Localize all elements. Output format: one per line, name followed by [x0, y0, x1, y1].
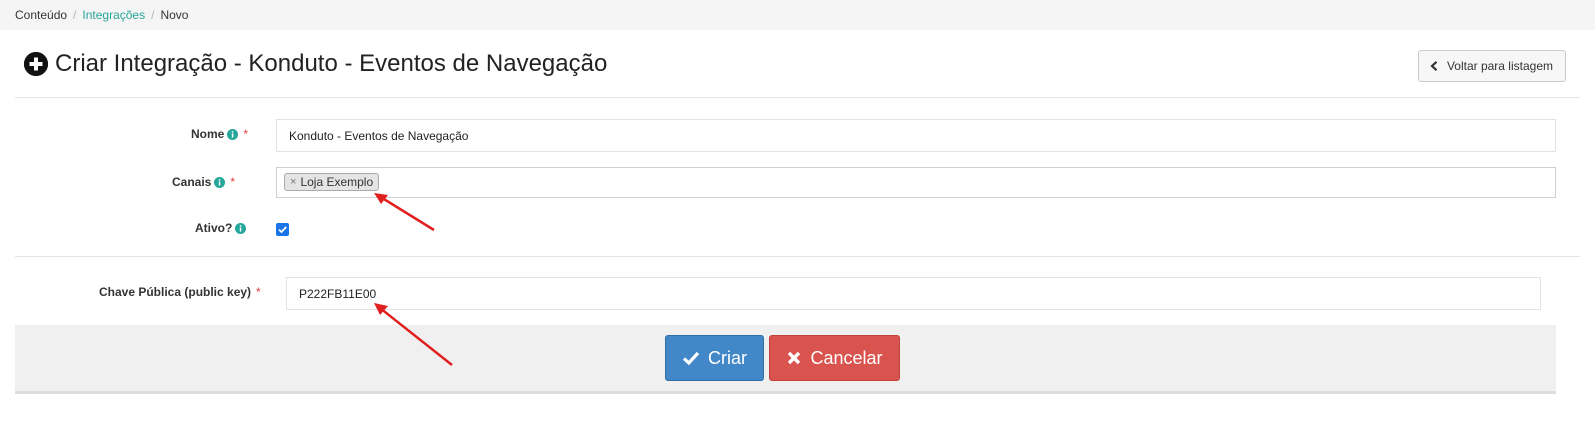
chave-publica-label: Chave Pública (public key) * — [99, 285, 261, 299]
back-to-list-label: Voltar para listagem — [1446, 59, 1553, 73]
page-header: Criar Integração - Konduto - Eventos de … — [15, 30, 1580, 98]
breadcrumb-item-conteudo[interactable]: Conteúdo — [15, 8, 67, 22]
page-title: Criar Integração - Konduto - Eventos de … — [55, 50, 608, 77]
criar-button-label: Criar — [708, 347, 747, 368]
tag-remove-icon[interactable]: × — [290, 176, 296, 188]
required-asterisk: * — [230, 175, 236, 189]
cancelar-button-label: Cancelar — [810, 347, 883, 368]
chave-publica-input-value: P222FB11E00 — [299, 286, 377, 301]
breadcrumb-separator: / — [151, 8, 155, 22]
breadcrumb-separator: / — [73, 8, 77, 22]
section-divider — [15, 256, 1580, 257]
chave-publica-input[interactable]: P222FB11E00 — [286, 277, 1541, 310]
breadcrumb-item-integracoes[interactable]: Integrações — [82, 8, 145, 22]
canal-tag-label: Loja Exemplo — [300, 175, 374, 189]
x-icon — [788, 351, 801, 365]
required-asterisk: * — [243, 127, 249, 141]
plus-circle-icon — [24, 52, 48, 76]
check-icon — [682, 351, 700, 366]
info-icon[interactable] — [235, 222, 247, 234]
nome-input-value: Konduto - Eventos de Navegação — [289, 128, 469, 143]
check-icon — [278, 226, 287, 234]
canais-label: Canais * — [172, 175, 235, 189]
criar-button[interactable]: Criar — [665, 335, 764, 381]
cancelar-button[interactable]: Cancelar — [769, 335, 900, 381]
nome-label: Nome * — [191, 127, 248, 141]
canais-label-text: Canais — [172, 175, 212, 189]
info-icon[interactable] — [214, 176, 226, 188]
chevron-left-icon — [1430, 61, 1438, 71]
nome-label-text: Nome — [191, 127, 225, 141]
nome-input[interactable]: Konduto - Eventos de Navegação — [276, 119, 1556, 152]
ativo-label: Ativo? — [195, 221, 247, 235]
chave-publica-label-text: Chave Pública (public key) — [99, 285, 252, 299]
back-to-list-button[interactable]: Voltar para listagem — [1417, 50, 1566, 82]
canais-multiselect[interactable] — [276, 167, 1556, 198]
required-asterisk: * — [256, 285, 261, 299]
breadcrumb: Conteúdo / Integrações / Novo — [0, 0, 1595, 30]
ativo-checkbox[interactable] — [276, 223, 289, 236]
breadcrumb-item-novo: Novo — [160, 8, 189, 22]
ativo-label-text: Ativo? — [195, 221, 233, 235]
info-icon[interactable] — [227, 128, 239, 140]
canal-tag: × Loja Exemplo — [284, 173, 380, 191]
